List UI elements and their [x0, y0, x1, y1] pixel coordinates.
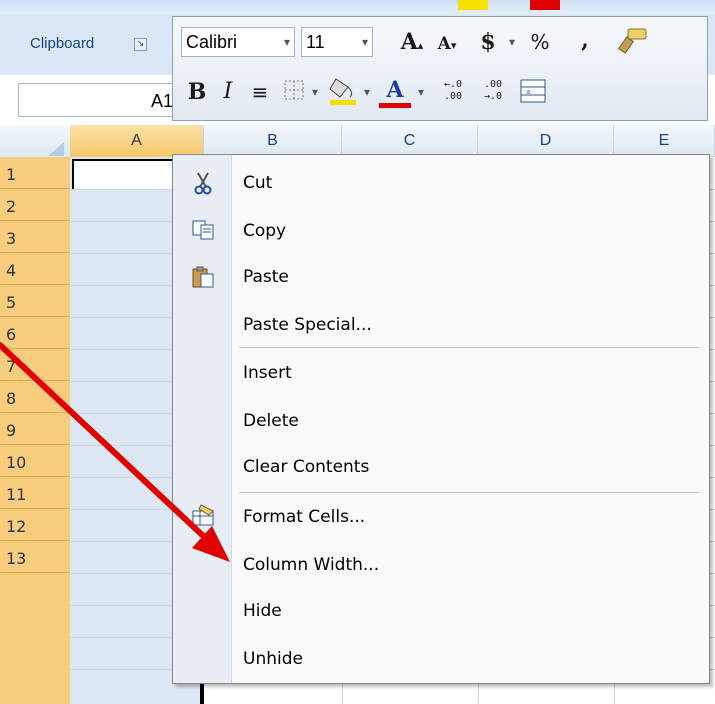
- copy-icon: [191, 219, 215, 243]
- decrease-decimal-icon[interactable]: .00 →.0: [475, 79, 511, 103]
- row-header-2[interactable]: 2: [0, 189, 70, 221]
- clipboard-dialog-launcher-icon[interactable]: ↘: [134, 38, 147, 51]
- font-size-dropdown-icon[interactable]: ▾: [362, 28, 368, 56]
- font-name-combo[interactable]: Calibri ▾: [181, 27, 295, 57]
- row-header-4[interactable]: 4: [0, 253, 70, 285]
- select-all-triangle-icon: [48, 142, 64, 156]
- currency-button[interactable]: $: [473, 27, 503, 57]
- name-box[interactable]: A1: [18, 83, 178, 117]
- font-color-swatch: [530, 0, 560, 10]
- font-color-button[interactable]: A: [379, 75, 411, 108]
- borders-icon[interactable]: [281, 79, 307, 110]
- paste-icon: [191, 265, 215, 289]
- svg-text:a: a: [526, 88, 530, 96]
- menu-item-cut[interactable]: Cut: [243, 173, 272, 193]
- format-cells-icon: [191, 501, 215, 526]
- format-painter-icon[interactable]: [613, 25, 653, 64]
- borders-dropdown-icon[interactable]: ▾: [307, 77, 323, 107]
- menu-item-column-width[interactable]: Column Width...: [243, 555, 379, 575]
- row-header-6[interactable]: 6: [0, 317, 70, 349]
- menu-separator: [239, 347, 699, 348]
- font-size-value: 11: [306, 32, 325, 52]
- font-color-dropdown-icon[interactable]: ▾: [413, 77, 429, 107]
- column-header-b[interactable]: B: [204, 125, 342, 157]
- menu-item-paste-special[interactable]: Paste Special...: [243, 315, 372, 335]
- bold-button[interactable]: B: [183, 77, 211, 107]
- menu-item-copy[interactable]: Copy: [243, 221, 286, 241]
- mini-toolbar: Calibri ▾ 11 ▾ A▴ A▾ $ ▾ % , B I ≡ ▾ ▾ A ▾…: [172, 16, 708, 121]
- font-name-value: Calibri: [186, 32, 238, 52]
- column-header-a[interactable]: A: [70, 125, 204, 157]
- menu-item-clear-contents[interactable]: Clear Contents: [243, 457, 369, 477]
- menu-item-insert[interactable]: Insert: [243, 363, 292, 383]
- row-header-11[interactable]: 11: [0, 477, 70, 509]
- comma-button[interactable]: ,: [571, 25, 599, 55]
- clipboard-group-label: Clipboard: [30, 35, 95, 52]
- row-header-5[interactable]: 5: [0, 285, 70, 317]
- row-header-8[interactable]: 8: [0, 381, 70, 413]
- row-header-12[interactable]: 12: [0, 509, 70, 541]
- menu-item-format-cells[interactable]: Format Cells...: [243, 507, 365, 527]
- menu-item-paste[interactable]: Paste: [243, 267, 289, 287]
- row-header-1[interactable]: 1: [0, 157, 70, 189]
- menu-item-hide[interactable]: Hide: [243, 601, 282, 621]
- row-header-filler: [0, 573, 70, 704]
- row-header-7[interactable]: 7: [0, 349, 70, 381]
- menu-separator: [239, 492, 699, 493]
- highlight-color-swatch: [458, 0, 488, 10]
- currency-dropdown-icon[interactable]: ▾: [503, 27, 521, 57]
- fill-color-icon[interactable]: [327, 75, 359, 116]
- center-align-icon[interactable]: ≡: [245, 77, 275, 107]
- row-header-3[interactable]: 3: [0, 221, 70, 253]
- column-header-d[interactable]: D: [478, 125, 614, 157]
- merge-center-icon[interactable]: a: [517, 79, 549, 112]
- ribbon-top-strip: [0, 0, 715, 14]
- menu-item-unhide[interactable]: Unhide: [243, 649, 303, 669]
- column-header-c[interactable]: C: [342, 125, 478, 157]
- column-header-e[interactable]: E: [614, 125, 715, 157]
- row-header-10[interactable]: 10: [0, 445, 70, 477]
- row-header-13[interactable]: 13: [0, 541, 70, 573]
- fill-color-dropdown-icon[interactable]: ▾: [359, 77, 375, 107]
- menu-item-delete[interactable]: Delete: [243, 411, 299, 431]
- grow-font-button[interactable]: A▴: [397, 27, 427, 61]
- percent-button[interactable]: %: [523, 27, 557, 57]
- scissors-icon: [191, 171, 215, 195]
- shrink-font-button[interactable]: A▾: [433, 29, 461, 61]
- context-menu: Cut Copy Paste Paste Special... Insert D…: [172, 154, 710, 684]
- row-header-9[interactable]: 9: [0, 413, 70, 445]
- increase-decimal-icon[interactable]: ←.0.00: [435, 79, 471, 103]
- font-size-combo[interactable]: 11 ▾: [301, 27, 373, 57]
- italic-button[interactable]: I: [215, 77, 241, 107]
- font-name-dropdown-icon[interactable]: ▾: [284, 28, 290, 56]
